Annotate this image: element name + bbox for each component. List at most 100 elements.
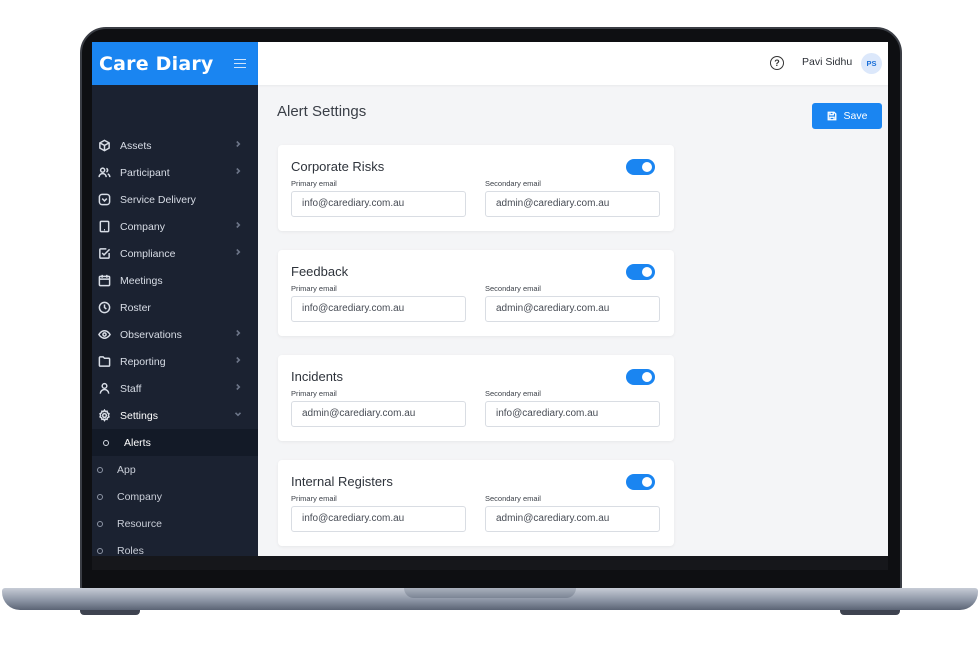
sidebar-item-settings[interactable]: Settings	[92, 402, 258, 429]
settings-subitem-label: Company	[117, 490, 162, 503]
primary-email-label: Primary email	[291, 284, 337, 293]
settings-subitem-resource[interactable]: Resource	[92, 510, 258, 537]
checkbox-icon	[97, 247, 111, 261]
user-name[interactable]: Pavi Sidhu	[802, 56, 852, 68]
brand-logo: Care Diary	[99, 52, 214, 75]
cube-icon	[97, 139, 111, 153]
sidebar-item-label: Compliance	[120, 247, 176, 260]
sidebar-item-label: Company	[120, 220, 165, 233]
sidebar-item-assets[interactable]: Assets	[92, 132, 258, 159]
sidebar-item-company[interactable]: Company	[92, 213, 258, 240]
user-icon	[97, 382, 111, 396]
settings-subitem-label: Alerts	[124, 436, 151, 449]
building-icon	[97, 220, 111, 234]
sidebar-item-service-delivery[interactable]: Service Delivery	[92, 186, 258, 213]
secondary-email-label: Secondary email	[485, 389, 541, 398]
sidebar-item-compliance[interactable]: Compliance	[92, 240, 258, 267]
app-screen: Care Diary Assets Participant Service Deli…	[92, 42, 888, 556]
laptop-chin	[92, 556, 888, 570]
primary-email-label: Primary email	[291, 494, 337, 503]
chevron-right-icon	[234, 167, 242, 177]
alert-card-title: Feedback	[291, 264, 349, 279]
chevron-right-icon	[234, 140, 242, 150]
settings-subitem-label: Resource	[117, 517, 162, 530]
settings-subitem-roles[interactable]: Roles	[92, 537, 258, 556]
settings-subitem-label: App	[117, 463, 136, 476]
chevron-right-icon	[234, 383, 242, 393]
secondary-email-field[interactable]: info@carediary.com.au	[485, 401, 660, 427]
inbox-icon	[97, 193, 111, 207]
sidebar-item-label: Settings	[120, 409, 158, 422]
settings-subitem-label: Roles	[117, 544, 144, 557]
chevron-right-icon	[234, 248, 242, 258]
alert-card-title: Internal Registers	[291, 474, 393, 489]
secondary-email-label: Secondary email	[485, 284, 541, 293]
circle-bullet-icon	[103, 439, 109, 446]
primary-email-field[interactable]: info@carediary.com.au	[291, 191, 466, 217]
circle-bullet-icon	[97, 520, 103, 527]
chevron-right-icon	[234, 329, 242, 339]
sidebar-item-roster[interactable]: Roster	[92, 294, 258, 321]
secondary-email-field[interactable]: admin@carediary.com.au	[485, 191, 660, 217]
sidebar-item-label: Observations	[120, 328, 182, 341]
sidebar-item-staff[interactable]: Staff	[92, 375, 258, 402]
alert-enabled-toggle[interactable]	[626, 474, 655, 490]
laptop-foot-right	[840, 610, 900, 615]
brand-bar: Care Diary	[92, 42, 258, 85]
alert-card: Corporate Risks Primary email info@caredia…	[278, 145, 674, 231]
sidebar-item-label: Service Delivery	[120, 193, 196, 206]
calendar-icon	[97, 274, 111, 288]
circle-bullet-icon	[97, 493, 103, 500]
secondary-email-label: Secondary email	[485, 179, 541, 188]
secondary-email-field[interactable]: admin@carediary.com.au	[485, 296, 660, 322]
circle-bullet-icon	[97, 466, 103, 473]
primary-email-label: Primary email	[291, 179, 337, 188]
secondary-email-field[interactable]: admin@carediary.com.au	[485, 506, 660, 532]
chevron-right-icon	[234, 356, 242, 366]
avatar[interactable]: PS	[861, 53, 882, 74]
save-button[interactable]: Save	[812, 103, 882, 129]
sidebar-item-label: Reporting	[120, 355, 166, 368]
primary-email-field[interactable]: admin@carediary.com.au	[291, 401, 466, 427]
clock-icon	[97, 301, 111, 315]
sidebar-item-label: Meetings	[120, 274, 163, 287]
circle-bullet-icon	[97, 547, 103, 554]
laptop-mockup: Care Diary Assets Participant Service Deli…	[0, 0, 980, 650]
sidebar-item-reporting[interactable]: Reporting	[92, 348, 258, 375]
alert-card-title: Incidents	[291, 369, 344, 384]
sidebar-item-meetings[interactable]: Meetings	[92, 267, 258, 294]
menu-icon[interactable]	[234, 59, 246, 68]
sidebar-item-label: Roster	[120, 301, 151, 314]
sidebar-nav: Assets Participant Service Delivery Company…	[92, 85, 258, 556]
chevron-down-icon	[234, 410, 242, 420]
alert-enabled-toggle[interactable]	[626, 159, 655, 175]
help-circle-icon[interactable]: ?	[770, 56, 784, 70]
settings-subitem-app[interactable]: App	[92, 456, 258, 483]
page-title: Alert Settings	[277, 103, 367, 120]
alert-card-title: Corporate Risks	[291, 159, 385, 174]
users-icon	[97, 166, 111, 180]
sidebar-item-participant[interactable]: Participant	[92, 159, 258, 186]
save-button-label: Save	[843, 110, 868, 122]
gear-icon	[97, 409, 111, 423]
primary-email-field[interactable]: info@carediary.com.au	[291, 296, 466, 322]
alert-enabled-toggle[interactable]	[626, 369, 655, 385]
sidebar-item-label: Staff	[120, 382, 142, 395]
sidebar-item-observations[interactable]: Observations	[92, 321, 258, 348]
secondary-email-label: Secondary email	[485, 494, 541, 503]
alert-card: Incidents Primary email admin@carediary.co…	[278, 355, 674, 441]
laptop-notch	[404, 588, 576, 598]
sidebar: Care Diary Assets Participant Service Deli…	[92, 42, 258, 556]
alert-card: Internal Registers Primary email info@care…	[278, 460, 674, 546]
primary-email-field[interactable]: info@carediary.com.au	[291, 506, 466, 532]
eye-icon	[97, 328, 111, 342]
chevron-right-icon	[234, 221, 242, 231]
laptop-foot-left	[80, 610, 140, 615]
save-icon	[827, 111, 836, 121]
alert-card: Feedback Primary email info@carediary.com.…	[278, 250, 674, 336]
settings-subitem-alerts[interactable]: Alerts	[92, 429, 258, 456]
topbar: ? Pavi Sidhu PS	[258, 42, 888, 85]
folder-icon	[97, 355, 111, 369]
alert-enabled-toggle[interactable]	[626, 264, 655, 280]
settings-subitem-company[interactable]: Company	[92, 483, 258, 510]
